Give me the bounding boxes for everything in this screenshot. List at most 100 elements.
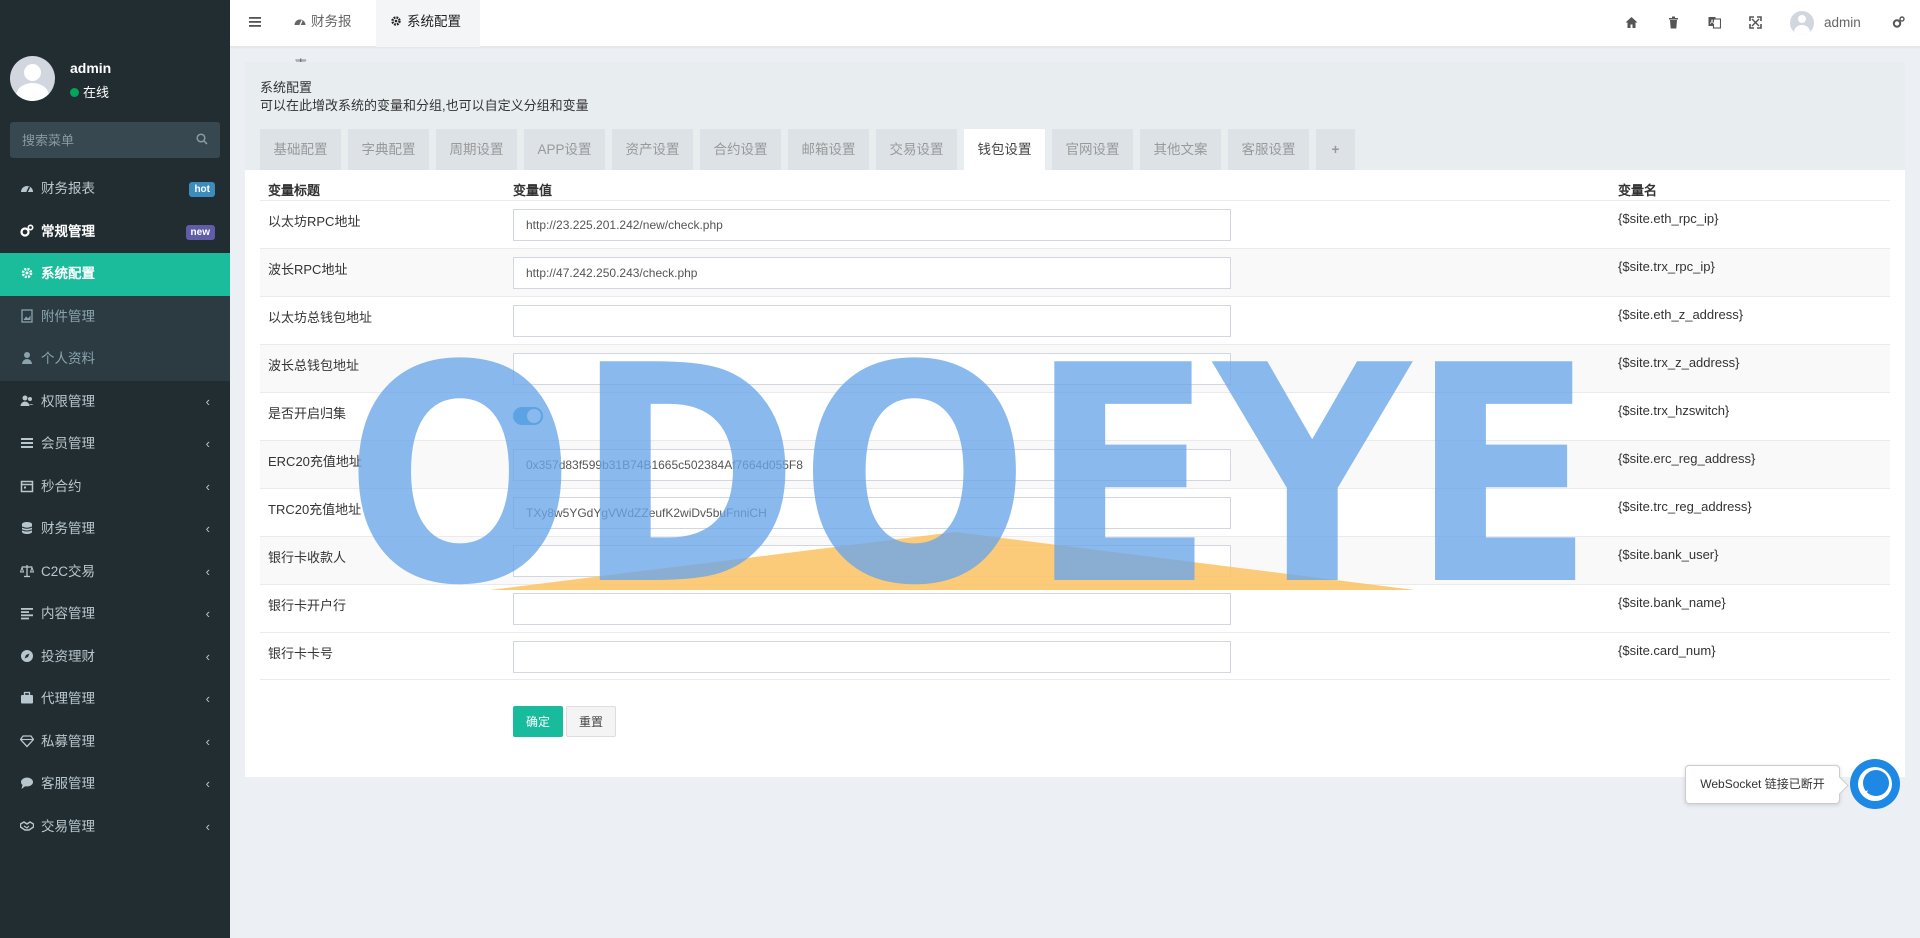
fullscreen-icon[interactable] [1749,16,1762,29]
collect-switch-toggle[interactable] [513,407,543,425]
card-number-input[interactable] [513,641,1231,673]
trash-icon[interactable] [1667,16,1680,29]
reset-button[interactable]: 重置 [566,706,616,737]
header-user-name: admin [1824,15,1861,30]
sidebar-item-label: 会员管理 [41,436,95,451]
eth-rpc-input[interactable] [513,209,1231,241]
search-icon[interactable] [196,133,208,145]
sidebar-item-members[interactable]: 会员管理 ‹ [0,423,230,466]
websocket-notice: WebSocket 链接已断开 [1685,765,1840,804]
home-icon[interactable] [1625,16,1638,29]
erc20-address-input[interactable] [513,449,1231,481]
sidebar-menu: 财务报表 hot 常规管理 new 系统配置 附件管理 个人资料 权限管理 ‹ 会… [0,168,230,848]
sidebar: admin 在线 财务报表 hot 常规管理 new 系统配置 附件管理 个人资… [0,0,230,938]
tab-other-copy[interactable]: 其他文案 [1140,129,1221,170]
sidebar-item-agents[interactable]: 代理管理 ‹ [0,678,230,721]
table-row: 波长RPC地址 {$site.trx_rpc_ip} [260,248,1890,296]
tab-period[interactable]: 周期设置 [436,129,517,170]
row-label: 银行卡开户行 [268,598,347,613]
page-description: 可以在此增改系统的变量和分组,也可以自定义分组和变量 [260,98,589,113]
new-badge: new [185,224,215,240]
chat-icon [1858,767,1892,801]
sidebar-item-attachments[interactable]: 附件管理 [0,296,230,339]
sidebar-item-system-config[interactable]: 系统配置 [0,253,230,296]
sidebar-item-finance[interactable]: 财务管理 ‹ [0,508,230,551]
row-variable: {$site.bank_name} [1618,595,1726,610]
sidebar-item-content[interactable]: 内容管理 ‹ [0,593,230,636]
online-dot-icon [70,88,79,97]
tab-app[interactable]: APP设置 [524,129,605,170]
bank-user-input[interactable] [513,545,1231,577]
comment-icon [21,777,33,789]
sidebar-item-general[interactable]: 常规管理 new [0,211,230,254]
users-icon [20,395,34,406]
translate-icon[interactable]: A [1708,16,1721,29]
menu-search [10,122,220,158]
tab-system-config[interactable]: 系统配置 [376,0,480,47]
trx-wallet-input[interactable] [513,353,1231,385]
tab-website[interactable]: 官网设置 [1052,129,1133,170]
row-label: 是否开启归集 [268,406,347,421]
eth-wallet-input[interactable] [513,305,1231,337]
sidebar-item-label: 代理管理 [41,691,95,706]
top-header: 财务报表 系统配置 A admin [230,0,1920,73]
cogs-icon[interactable] [1892,16,1905,29]
sidebar-item-label: 投资理财 [41,648,95,664]
table-row: 银行卡卡号 {$site.card_num} [260,632,1890,680]
row-variable: {$site.eth_z_address} [1618,307,1744,322]
user-icon [22,352,32,364]
tab-basic[interactable]: 基础配置 [260,129,341,170]
sidebar-item-financial-report[interactable]: 财务报表 hot [0,168,230,211]
sidebar-logo-area [0,0,230,50]
config-panel: 系统配置 可以在此增改系统的变量和分组,也可以自定义分组和变量 基础配置 字典配… [245,62,1905,777]
tab-contract[interactable]: 合约设置 [700,129,781,170]
row-variable: {$site.eth_rpc_ip} [1618,211,1719,226]
chevron-left-icon: ‹ [205,648,210,664]
calendar-icon [20,480,34,492]
row-label: 波长总钱包地址 [268,358,360,373]
tab-assets[interactable]: 资产设置 [612,129,693,170]
tab-dictionary[interactable]: 字典配置 [348,129,429,170]
confirm-button[interactable]: 确定 [513,706,563,737]
sidebar-submenu: 附件管理 个人资料 [0,295,230,381]
sidebar-item-label: 财务管理 [41,521,95,536]
tab-wallet[interactable]: 钱包设置 [964,129,1045,170]
user-name: admin [70,60,112,76]
tab-service[interactable]: 客服设置 [1228,129,1309,170]
sidebar-item-label: 个人资料 [41,351,95,366]
compass-icon [21,649,33,662]
balance-scale-icon [20,564,34,577]
tab-email[interactable]: 邮箱设置 [788,129,869,170]
trx-rpc-input[interactable] [513,257,1231,289]
sidebar-item-second-contract[interactable]: 秒合约 ‹ [0,466,230,509]
tab-financial-report[interactable]: 财务报表 [280,0,376,73]
sidebar-item-trading[interactable]: 交易管理 ‹ [0,806,230,849]
bank-name-input[interactable] [513,593,1231,625]
user-status: 在线 [70,82,109,101]
sidebar-item-private-placement[interactable]: 私募管理 ‹ [0,721,230,764]
chevron-left-icon: ‹ [205,776,210,791]
database-icon [21,522,33,534]
chat-bubble-button[interactable] [1850,759,1900,809]
row-label: ERC20充值地址 [268,454,362,469]
add-tab-button[interactable]: + [1316,129,1355,170]
user-panel: admin 在线 [10,56,220,104]
table-row: 以太坊RPC地址 {$site.eth_rpc_ip} [260,200,1890,248]
tab-trading[interactable]: 交易设置 [876,129,957,170]
sidebar-item-c2c[interactable]: C2C交易 ‹ [0,551,230,594]
trc20-address-input[interactable] [513,497,1231,529]
avatar [1790,11,1814,35]
sidebar-item-label: 系统配置 [41,266,95,281]
chevron-left-icon: ‹ [205,818,210,834]
sidebar-item-customer-service[interactable]: 客服管理 ‹ [0,763,230,806]
sidebar-item-permissions[interactable]: 权限管理 ‹ [0,381,230,424]
sidebar-item-label: 权限管理 [41,393,95,409]
menu-search-input[interactable] [10,122,190,158]
panel-heading: 系统配置 可以在此增改系统的变量和分组,也可以自定义分组和变量 基础配置 字典配… [245,62,1905,170]
sidebar-item-label: 常规管理 [41,223,95,239]
chevron-left-icon: ‹ [205,436,210,451]
sidebar-item-profile[interactable]: 个人资料 [0,338,230,381]
page-title: 系统配置 [260,80,313,95]
menu-toggle-icon[interactable] [248,15,262,29]
sidebar-item-investment[interactable]: 投资理财 ‹ [0,636,230,679]
